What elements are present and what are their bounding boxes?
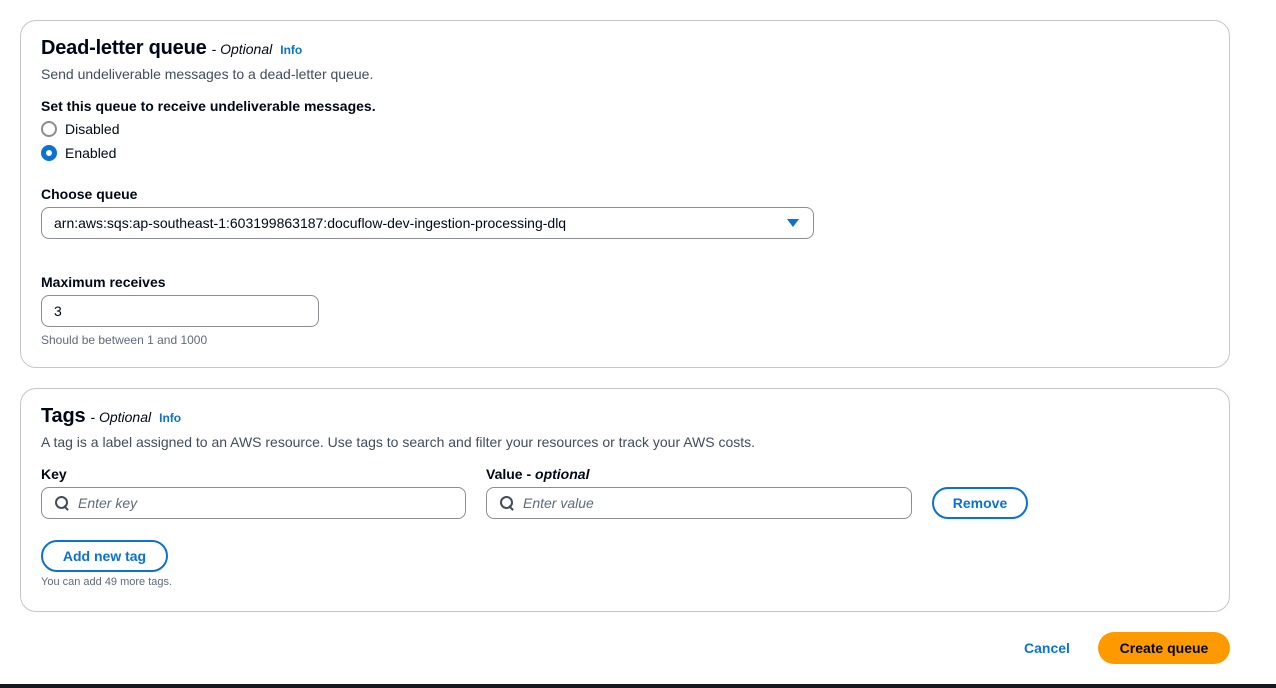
remove-tag-button[interactable]: Remove	[932, 487, 1028, 519]
create-queue-page: Dead-letter queue - Optional Info Send u…	[0, 0, 1276, 688]
tag-value-placeholder: Enter value	[523, 495, 594, 511]
dlq-radio-group-label: Set this queue to receive undeliverable …	[41, 98, 376, 114]
tags-description: A tag is a label assigned to an AWS reso…	[41, 434, 756, 450]
tag-value-label-text: Value -	[486, 466, 532, 482]
tags-optional-label: - Optional	[90, 409, 152, 425]
choose-queue-label: Choose queue	[41, 186, 138, 202]
dlq-description: Send undeliverable messages to a dead-le…	[41, 66, 374, 82]
dlq-option-disabled[interactable]: Disabled	[41, 121, 119, 137]
search-icon	[499, 495, 515, 511]
max-receives-label: Maximum receives	[41, 274, 166, 290]
tags-panel: Tags - Optional Info A tag is a label as…	[20, 388, 1230, 612]
tags-header: Tags - Optional Info	[41, 405, 181, 428]
radio-enabled[interactable]	[41, 145, 57, 161]
max-receives-input[interactable]: 3	[41, 295, 319, 327]
radio-disabled[interactable]	[41, 121, 57, 137]
tag-value-optional: optional	[535, 466, 590, 482]
max-receives-value: 3	[54, 303, 62, 319]
dlq-optional-label: - Optional	[211, 41, 273, 57]
caret-down-icon	[787, 219, 799, 227]
choose-queue-value: arn:aws:sqs:ap-southeast-1:603199863187:…	[54, 215, 567, 231]
tag-key-label: Key	[41, 466, 67, 482]
tags-info-link[interactable]: Info	[159, 411, 181, 425]
dead-letter-queue-panel: Dead-letter queue - Optional Info Send u…	[20, 20, 1230, 368]
bottom-bar	[0, 684, 1276, 688]
add-new-tag-button[interactable]: Add new tag	[41, 540, 168, 572]
tags-limit-hint: You can add 49 more tags.	[41, 576, 173, 588]
tag-value-input[interactable]: Enter value	[486, 487, 912, 519]
dlq-option-enabled[interactable]: Enabled	[41, 145, 116, 161]
dlq-info-link[interactable]: Info	[280, 43, 302, 57]
max-receives-hint: Should be between 1 and 1000	[41, 333, 208, 347]
create-queue-button[interactable]: Create queue	[1098, 632, 1230, 664]
cancel-button[interactable]: Cancel	[1024, 640, 1070, 656]
tag-key-input[interactable]: Enter key	[41, 487, 466, 519]
tags-title: Tags	[41, 405, 86, 427]
dlq-header: Dead-letter queue - Optional Info	[41, 37, 302, 60]
search-icon	[54, 495, 70, 511]
radio-disabled-label: Disabled	[65, 121, 120, 137]
choose-queue-select[interactable]: arn:aws:sqs:ap-southeast-1:603199863187:…	[41, 207, 814, 239]
tag-key-placeholder: Enter key	[78, 495, 138, 511]
tag-value-label: Value - optional	[486, 466, 589, 482]
dlq-title: Dead-letter queue	[41, 37, 207, 59]
radio-enabled-label: Enabled	[65, 145, 117, 161]
